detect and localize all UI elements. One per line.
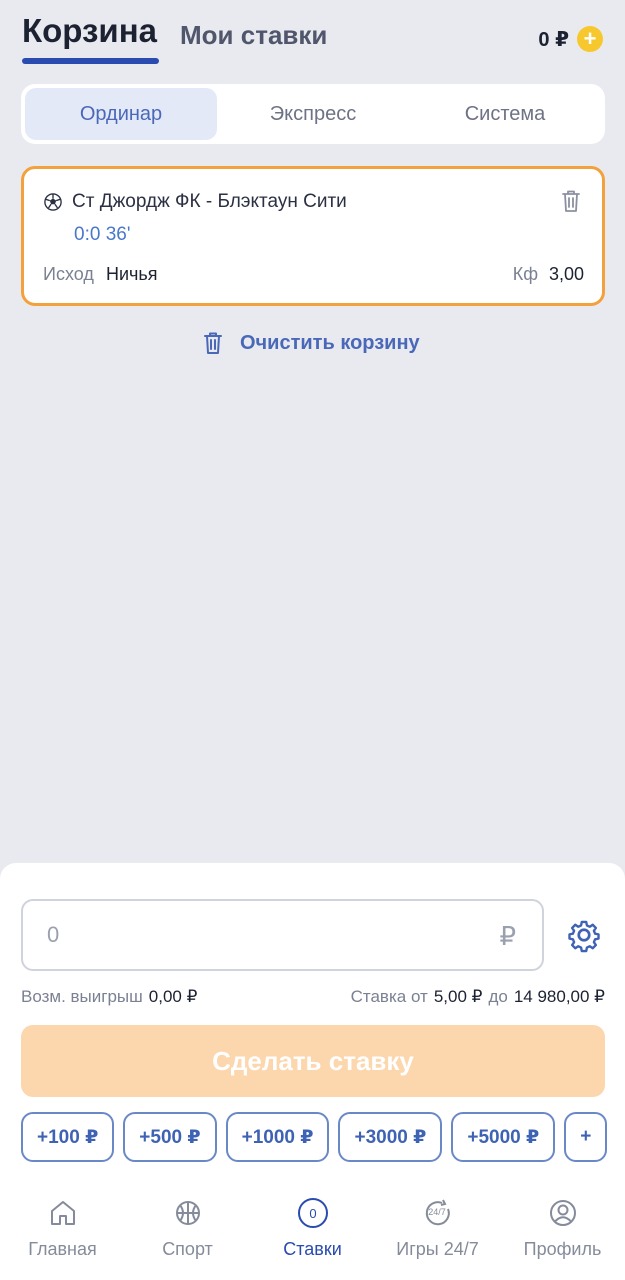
clear-cart-label: Очистить корзину: [240, 331, 420, 354]
limit-to-value: 14 980,00 ₽: [513, 987, 605, 1006]
nav-bets[interactable]: 0 Ставки: [250, 1180, 375, 1280]
tab-cart[interactable]: Корзина: [22, 12, 157, 50]
nav-sport-label: Спорт: [162, 1239, 213, 1259]
place-bet-button[interactable]: Сделать ставку: [21, 1025, 605, 1097]
remove-bet-icon[interactable]: [560, 189, 582, 213]
balance-value: 0 ₽: [538, 28, 569, 51]
match-score-time: 0:0 36': [74, 224, 131, 245]
basketball-icon: [175, 1201, 200, 1225]
bet-type-selector: Ординар Экспресс Система: [21, 84, 605, 144]
quick-amounts: +100 ₽ +500 ₽ +1000 ₽ +3000 ₽ +5000 ₽ +: [21, 1112, 625, 1162]
soccer-ball-icon: [44, 193, 62, 211]
profile-icon: [549, 1200, 576, 1226]
nav-games[interactable]: 24/7 Игры 24/7: [375, 1180, 500, 1280]
segment-single[interactable]: Ординар: [25, 88, 217, 140]
games-24-7-icon: 24/7: [425, 1199, 450, 1226]
possible-payout: Возм. выигрыш 0,00 ₽: [21, 987, 197, 1007]
bets-count: 0: [309, 1206, 316, 1221]
quick-amount-more[interactable]: +: [564, 1112, 608, 1162]
stake-input-box[interactable]: ₽: [21, 899, 544, 971]
quick-amount-500[interactable]: +500 ₽: [123, 1112, 217, 1162]
payout-label: Возм. выигрыш: [21, 987, 143, 1006]
nav-profile-label: Профиль: [523, 1239, 602, 1259]
quick-amount-3000[interactable]: +3000 ₽: [338, 1112, 443, 1162]
clear-cart-button[interactable]: Очистить корзину: [202, 330, 420, 356]
nav-home[interactable]: Главная: [0, 1180, 125, 1280]
limit-from-label: Ставка от: [350, 987, 428, 1006]
nav-games-label: Игры 24/7: [396, 1239, 479, 1259]
payout-value: 0,00 ₽: [148, 987, 198, 1006]
bets-counter-icon: 0: [297, 1198, 328, 1228]
nav-home-label: Главная: [28, 1239, 97, 1259]
bet-card: Ст Джордж ФК - Блэктаун Сити 0:0 36' Исх…: [21, 166, 605, 306]
balance[interactable]: 0 ₽ +: [538, 26, 603, 52]
outcome-value: Ничья: [106, 264, 158, 284]
segment-system[interactable]: Система: [409, 88, 601, 140]
coefficient-value: 3,00: [548, 264, 584, 284]
quick-amount-5000[interactable]: +5000 ₽: [451, 1112, 556, 1162]
outcome-label: Исход: [43, 264, 94, 284]
tab-my-bets[interactable]: Мои ставки: [180, 20, 327, 51]
bottom-navigation: Главная Спорт 0 Ставки 24/7 Игры 24/7 Пр…: [0, 1180, 625, 1280]
gear-icon[interactable]: [566, 917, 602, 953]
limit-from-value: 5,00 ₽: [433, 987, 483, 1006]
games-badge-text: 24/7: [428, 1207, 446, 1217]
trash-icon: [204, 332, 222, 354]
active-tab-indicator: [22, 58, 159, 64]
stake-limits: Ставка от 5,00 ₽ до 14 980,00 ₽: [351, 987, 605, 1007]
header: Корзина Мои ставки 0 ₽ +: [0, 0, 625, 70]
stake-input[interactable]: [47, 901, 467, 969]
nav-sport[interactable]: Спорт: [125, 1180, 250, 1280]
nav-bets-label: Ставки: [283, 1239, 342, 1259]
quick-amount-100[interactable]: +100 ₽: [21, 1112, 115, 1162]
coefficient-label: Кф: [512, 264, 538, 284]
match-name: Ст Джордж ФК - Блэктаун Сити: [72, 191, 347, 212]
home-icon: [50, 1201, 75, 1225]
quick-amount-1000[interactable]: +1000 ₽: [225, 1112, 330, 1162]
add-funds-icon[interactable]: +: [577, 26, 603, 52]
limit-to-label: до: [488, 987, 508, 1006]
nav-profile[interactable]: Профиль: [500, 1180, 625, 1280]
currency-symbol: ₽: [499, 921, 516, 951]
segment-express[interactable]: Экспресс: [217, 88, 409, 140]
